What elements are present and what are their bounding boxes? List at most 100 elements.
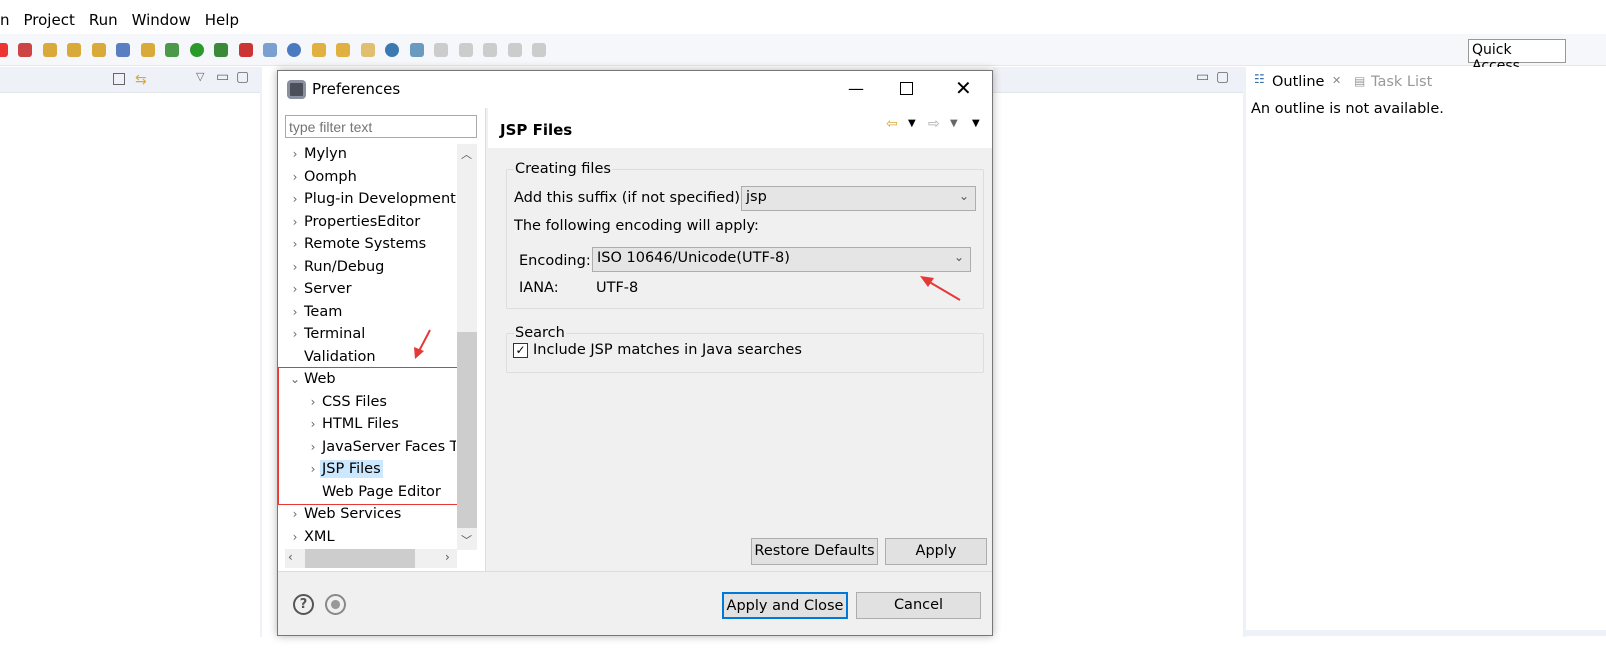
chevron-right-icon[interactable]: › xyxy=(288,143,302,165)
forward-icon[interactable]: ⇨ xyxy=(928,116,940,132)
debug-icon[interactable] xyxy=(165,43,180,57)
include-jsp-label[interactable]: Include JSP matches in Java searches xyxy=(533,342,802,358)
close-icon[interactable]: ✕ xyxy=(1332,74,1341,87)
step-into-icon[interactable] xyxy=(42,43,57,57)
chevron-right-icon[interactable]: › xyxy=(288,211,302,233)
chevron-down-icon: ⌄ xyxy=(953,250,964,264)
maximize-button[interactable] xyxy=(900,82,913,95)
collapse-all-icon[interactable] xyxy=(113,73,125,85)
scroll-up-icon[interactable]: ︿ xyxy=(461,146,472,162)
next-annotation-icon[interactable] xyxy=(434,43,449,57)
scroll-thumb[interactable] xyxy=(457,332,477,528)
search-icon[interactable] xyxy=(409,43,424,57)
tab-outline[interactable]: Outline xyxy=(1272,74,1324,90)
tree-item[interactable]: › Remote Systems xyxy=(278,233,456,256)
maximize-icon[interactable]: ▢ xyxy=(1216,69,1229,85)
suffix-select[interactable]: jsp ⌄ xyxy=(741,186,976,211)
tree-item[interactable]: › Server xyxy=(278,278,456,301)
link-editor-icon[interactable]: ⇆ xyxy=(135,72,147,88)
chevron-right-icon[interactable]: › xyxy=(288,526,302,548)
include-jsp-checkbox[interactable]: ✓ xyxy=(513,343,528,358)
restore-defaults-button[interactable]: Restore Defaults xyxy=(751,538,878,565)
divider xyxy=(1243,67,1246,637)
tree-item[interactable]: › Mylyn xyxy=(278,143,456,166)
tree-item-label: Remote Systems xyxy=(304,236,427,252)
step-return-icon[interactable] xyxy=(91,43,106,57)
menu-run[interactable]: Run xyxy=(89,11,118,29)
help-icon[interactable]: ? xyxy=(293,594,314,615)
chevron-right-icon[interactable]: › xyxy=(288,278,302,300)
forward-icon[interactable] xyxy=(531,43,546,57)
minimize-icon[interactable]: ▭ xyxy=(216,69,229,85)
new-servlet-icon[interactable] xyxy=(287,43,302,57)
open-project-icon[interactable] xyxy=(311,43,326,57)
scroll-thumb[interactable] xyxy=(305,549,415,568)
view-menu-icon[interactable]: ▼ xyxy=(972,118,980,129)
run-server-icon[interactable] xyxy=(214,43,229,57)
minimize-button[interactable]: — xyxy=(848,79,864,98)
outline-icon: ☷ xyxy=(1254,72,1265,86)
tree-item-label: Run/Debug xyxy=(304,258,385,275)
back-icon[interactable]: ⇦ xyxy=(886,116,898,132)
drop-to-frame-icon[interactable] xyxy=(140,43,155,57)
chevron-right-icon[interactable]: › xyxy=(288,503,302,525)
tree-item-label: Terminal xyxy=(304,326,366,342)
run-icon[interactable] xyxy=(189,43,204,57)
tree-item[interactable]: › XML xyxy=(278,526,456,549)
tab-task-list[interactable]: Task List xyxy=(1371,74,1432,90)
use-step-filters-icon[interactable] xyxy=(116,43,131,57)
last-edit-icon[interactable] xyxy=(483,43,498,57)
prev-annotation-icon[interactable] xyxy=(458,43,473,57)
horizontal-scrollbar[interactable]: ‹ › xyxy=(285,549,457,568)
forward-menu-icon[interactable]: ▼ xyxy=(950,118,958,129)
import-export-icon[interactable] xyxy=(325,594,346,615)
tree-item[interactable]: › Run/Debug xyxy=(278,256,456,279)
quick-access-field[interactable]: Quick Access xyxy=(1468,39,1566,74)
tree-item-label: Mylyn xyxy=(304,146,347,162)
chevron-right-icon[interactable]: › xyxy=(288,256,302,278)
tree-item[interactable]: › Team xyxy=(278,301,456,324)
tree-item-label: Team xyxy=(304,303,343,320)
tree-item[interactable]: › PropertiesEditor xyxy=(278,211,456,234)
globe-icon[interactable] xyxy=(385,43,400,57)
maximize-icon[interactable]: ▢ xyxy=(236,69,249,85)
vertical-scrollbar[interactable]: ︿ ﹀ xyxy=(457,144,477,550)
stop-icon[interactable] xyxy=(0,43,8,57)
apply-and-close-button[interactable]: Apply and Close xyxy=(722,592,848,619)
disconnect-icon[interactable] xyxy=(18,43,33,57)
tree-item-label: PropertiesEditor xyxy=(304,213,421,230)
tree-item[interactable]: › Oomph xyxy=(278,166,456,189)
chevron-right-icon[interactable]: › xyxy=(288,301,302,323)
scroll-left-icon[interactable]: ‹ xyxy=(288,550,293,564)
back-icon[interactable] xyxy=(507,43,522,57)
apply-button[interactable]: Apply xyxy=(885,538,987,565)
menu-help[interactable]: Help xyxy=(205,11,239,29)
back-menu-icon[interactable]: ▼ xyxy=(908,118,916,129)
chevron-right-icon[interactable]: › xyxy=(288,188,302,210)
pen-icon[interactable] xyxy=(360,43,375,57)
view-menu-icon[interactable]: ▽ xyxy=(196,70,204,83)
step-over-icon[interactable] xyxy=(67,43,82,57)
new-server-icon[interactable] xyxy=(262,43,277,57)
scroll-right-icon[interactable]: › xyxy=(445,550,450,564)
tree-item[interactable]: › Web Services xyxy=(278,503,456,526)
stop-server-icon[interactable] xyxy=(238,43,253,57)
preference-tree-panel: ›Mylyn›Oomph›Plug-in Development›Propert… xyxy=(278,108,486,571)
chevron-right-icon[interactable]: › xyxy=(288,166,302,188)
filter-input[interactable] xyxy=(285,115,477,138)
task-list-icon: ▤ xyxy=(1354,74,1366,88)
minimize-icon[interactable]: ▭ xyxy=(1196,69,1209,85)
scroll-down-icon[interactable]: ﹀ xyxy=(461,532,472,548)
cancel-button[interactable]: Cancel xyxy=(856,592,981,619)
menu-project[interactable]: Project xyxy=(24,11,75,29)
chevron-right-icon[interactable]: › xyxy=(288,233,302,255)
encoding-select[interactable]: ISO 10646/Unicode(UTF-8) ⌄ xyxy=(592,247,971,272)
open-folder-icon[interactable] xyxy=(336,43,351,57)
divider xyxy=(260,67,262,637)
tree-item[interactable]: › Plug-in Development xyxy=(278,188,456,211)
chevron-right-icon[interactable]: › xyxy=(288,323,302,345)
menu-window[interactable]: Window xyxy=(132,11,191,29)
menu-navigate[interactable]: n xyxy=(0,11,10,29)
close-button[interactable]: ✕ xyxy=(955,76,972,100)
encoding-label: Encoding: xyxy=(519,253,591,269)
